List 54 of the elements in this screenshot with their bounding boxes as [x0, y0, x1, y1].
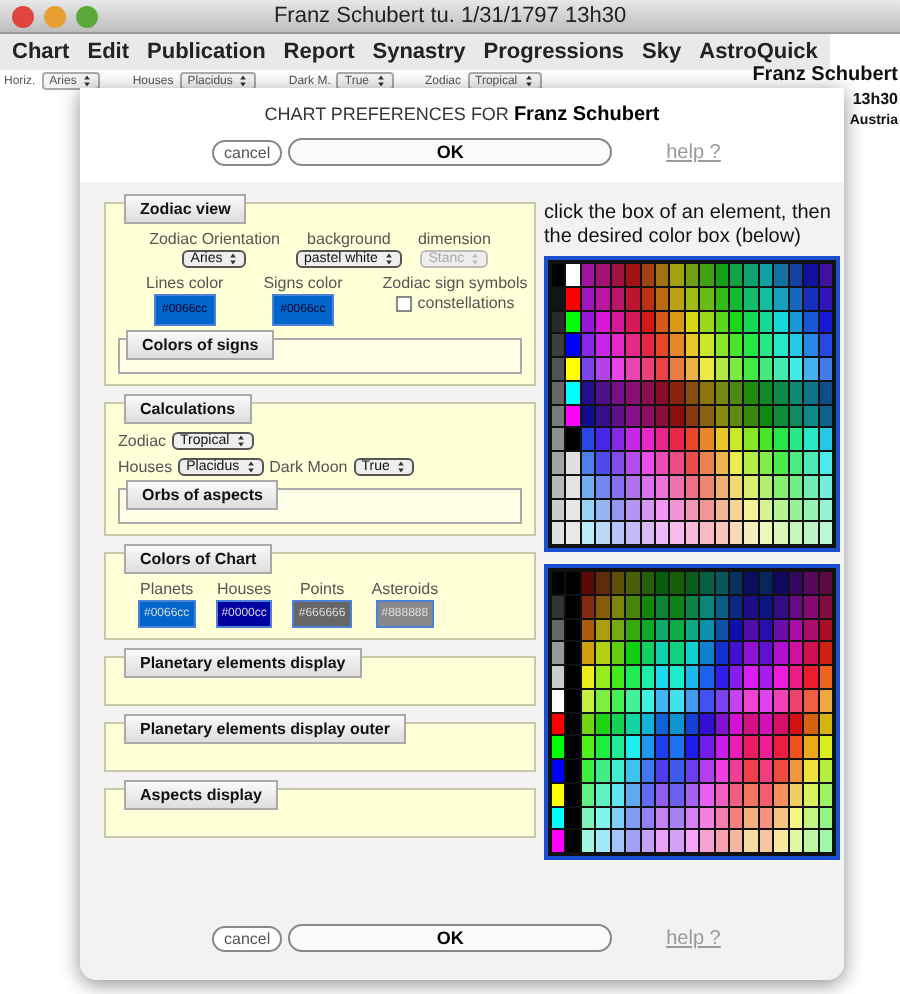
menu-item[interactable]: Report — [283, 40, 355, 64]
chart-info-text: Franz Schubert — [752, 64, 898, 87]
field-label: Houses — [118, 458, 173, 476]
stepper-icon — [235, 434, 246, 448]
menu-item[interactable]: Sky — [642, 40, 682, 64]
menu-item[interactable]: Chart — [12, 40, 70, 64]
field-label: Planets — [140, 580, 194, 598]
field-label: Signs color — [263, 274, 343, 292]
section-header-button[interactable]: Colors of Chart — [124, 544, 273, 574]
stepper-icon — [470, 252, 481, 266]
section-header-button[interactable]: Calculations — [124, 394, 252, 424]
color-palette[interactable] — [544, 256, 840, 552]
field-label: Dark Moon — [269, 458, 348, 476]
field-label: Zodiac — [118, 432, 167, 450]
stepper-icon — [395, 460, 406, 474]
stepper-icon — [523, 74, 534, 88]
field-label: Lines color — [146, 274, 224, 292]
section-header-button[interactable]: Planetary elements display outer — [124, 714, 406, 744]
menu-item[interactable]: Progressions — [483, 40, 625, 64]
section-header-button[interactable]: Zodiac view — [124, 194, 247, 224]
cancel-button[interactable]: cancel — [212, 139, 283, 165]
menu-item[interactable]: Edit — [87, 40, 130, 64]
subsection-header-button[interactable]: Orbs of aspects — [126, 480, 279, 510]
dialog-title: CHART PREFERENCES FOR Franz Schubert — [80, 88, 844, 134]
ok-button[interactable]: OK — [288, 138, 613, 166]
section-header-button[interactable]: Planetary elements display — [124, 648, 362, 678]
instruction-text: click the box of an element, then the desired color box (below) — [544, 202, 833, 248]
stepper-icon — [245, 460, 256, 474]
stepper-icon — [383, 252, 394, 266]
checkbox-label: constellations — [417, 294, 515, 312]
subsection-header-button[interactable]: Colors of signs — [126, 330, 275, 360]
zoom-icon[interactable] — [76, 5, 98, 27]
checkbox[interactable] — [395, 295, 412, 311]
field-label: Asteroids — [371, 580, 439, 598]
section-header-button[interactable]: Aspects display — [124, 780, 278, 810]
field-label: Zodiac Orientation — [149, 230, 280, 248]
color-palette[interactable] — [544, 564, 840, 860]
menu-item[interactable]: AstroQuick — [699, 40, 818, 64]
cancel-button[interactable]: cancel — [212, 925, 283, 951]
chart-info-text: 13h30 — [852, 89, 898, 108]
close-icon[interactable] — [12, 5, 34, 27]
window-title: Franz Schubert tu. 1/31/1797 13h30 — [273, 4, 627, 28]
menu-item[interactable]: Synastry — [372, 40, 466, 64]
menu-item[interactable]: Publication — [147, 40, 266, 64]
field-label: Points — [299, 580, 345, 598]
stepper-icon — [228, 252, 239, 266]
ok-button[interactable]: OK — [288, 924, 613, 952]
stepper-icon — [375, 74, 385, 88]
stepper-icon — [82, 74, 93, 88]
field-label: background — [307, 230, 391, 248]
field-label: Houses — [216, 580, 272, 598]
field-label: Zodiac sign symbols — [382, 274, 528, 292]
stepper-icon — [238, 74, 249, 88]
field-label: dimension — [417, 230, 491, 248]
